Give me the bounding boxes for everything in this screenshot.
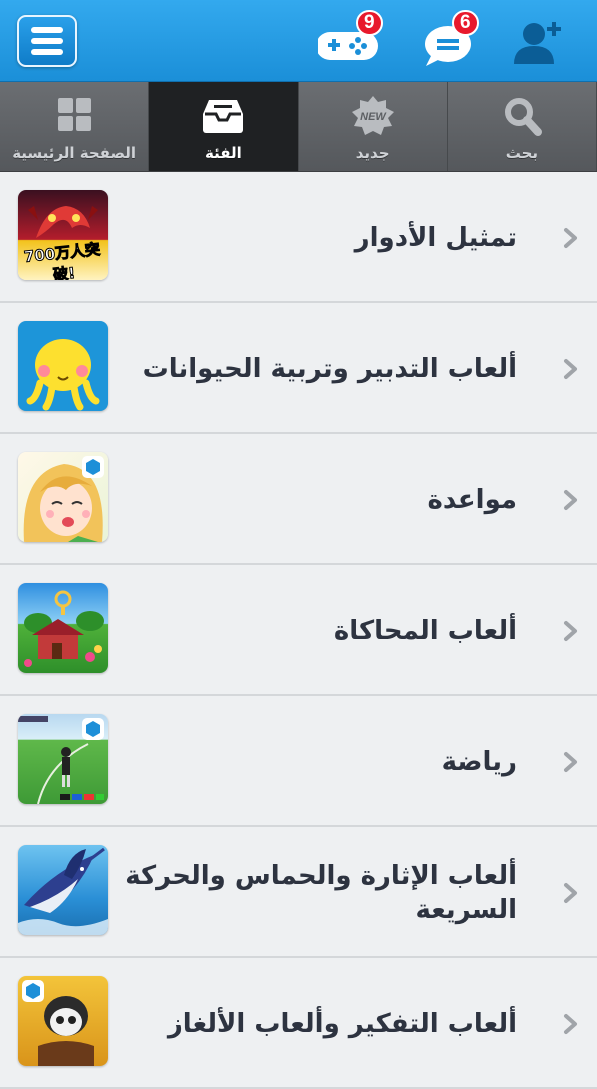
hamburger-menu-icon[interactable] — [17, 15, 77, 67]
category-list: 700万人突破! تمثيل الأدوار ألعاب التدبير وتر… — [0, 172, 597, 1089]
category-label: ألعاب الإثارة والحماس والحركة السريعة — [125, 860, 517, 925]
add-user-button[interactable] — [510, 18, 570, 70]
top-bar: 9 6 — [0, 0, 597, 82]
tab-search[interactable]: بحث — [448, 82, 597, 171]
tab-home[interactable]: الصفحة الرئيسية — [0, 82, 150, 171]
tab-label: الصفحة الرئيسية — [12, 144, 137, 162]
search-icon — [504, 98, 542, 136]
simulation-thumbnail — [18, 583, 108, 673]
pet-thumbnail — [18, 321, 108, 411]
messages-button[interactable]: 6 — [422, 10, 479, 68]
list-item-action[interactable]: ألعاب الإثارة والحماس والحركة السريعة — [0, 827, 597, 958]
inbox-icon — [203, 100, 244, 133]
svg-text:NEW: NEW — [360, 111, 387, 123]
yellow-creature-icon — [26, 339, 100, 411]
chevron-right-icon — [564, 228, 577, 248]
gamepad-button[interactable]: 9 — [316, 10, 383, 68]
category-label: ألعاب التدبير وتربية الحيوانات — [142, 353, 517, 384]
grid-icon — [58, 98, 92, 131]
hexagon-badge-icon — [22, 980, 44, 1002]
chevron-right-icon — [564, 490, 577, 510]
category-label: ألعاب المحاكاة — [333, 615, 517, 646]
chevron-right-icon — [564, 359, 577, 379]
farm-house-icon — [24, 590, 104, 667]
tab-label: بحث — [505, 144, 539, 162]
list-item-roleplay[interactable]: 700万人突破! تمثيل الأدوار — [0, 172, 597, 303]
add-user-icon — [514, 22, 561, 64]
chevron-right-icon — [564, 621, 577, 641]
chevron-right-icon — [564, 752, 577, 772]
category-label: مواعدة — [427, 484, 517, 515]
new-badge-icon: NEW — [351, 96, 394, 135]
list-item-simulation[interactable]: ألعاب المحاكاة — [0, 565, 597, 696]
category-label: تمثيل الأدوار — [354, 222, 517, 253]
roleplay-thumbnail: 700万人突破! — [18, 190, 108, 280]
game-notification-badge: 9 — [356, 10, 383, 36]
puzzle-thumbnail — [18, 976, 108, 1066]
list-item-pet-management[interactable]: ألعاب التدبير وتربية الحيوانات — [0, 303, 597, 434]
chevron-right-icon — [564, 1014, 577, 1034]
hexagon-badge-icon — [82, 718, 104, 740]
tab-category[interactable]: الفئة — [149, 82, 299, 171]
tab-label: الفئة — [204, 144, 242, 162]
tab-label: جديد — [355, 144, 390, 162]
list-item-sports[interactable]: رياضة — [0, 696, 597, 827]
category-label: رياضة — [441, 746, 517, 777]
list-item-dating[interactable]: مواعدة — [0, 434, 597, 565]
message-notification-badge: 6 — [452, 10, 479, 36]
tab-new[interactable]: NEW جديد — [299, 82, 448, 171]
tab-bar: الصفحة الرئيسية الفئة NEW جديد بحث — [0, 82, 597, 172]
dating-thumbnail — [18, 452, 108, 542]
action-thumbnail — [18, 845, 108, 935]
marlin-fish-icon — [18, 847, 108, 935]
hexagon-badge-icon — [82, 456, 104, 478]
chevron-right-icon — [564, 883, 577, 903]
sports-thumbnail — [18, 714, 108, 804]
